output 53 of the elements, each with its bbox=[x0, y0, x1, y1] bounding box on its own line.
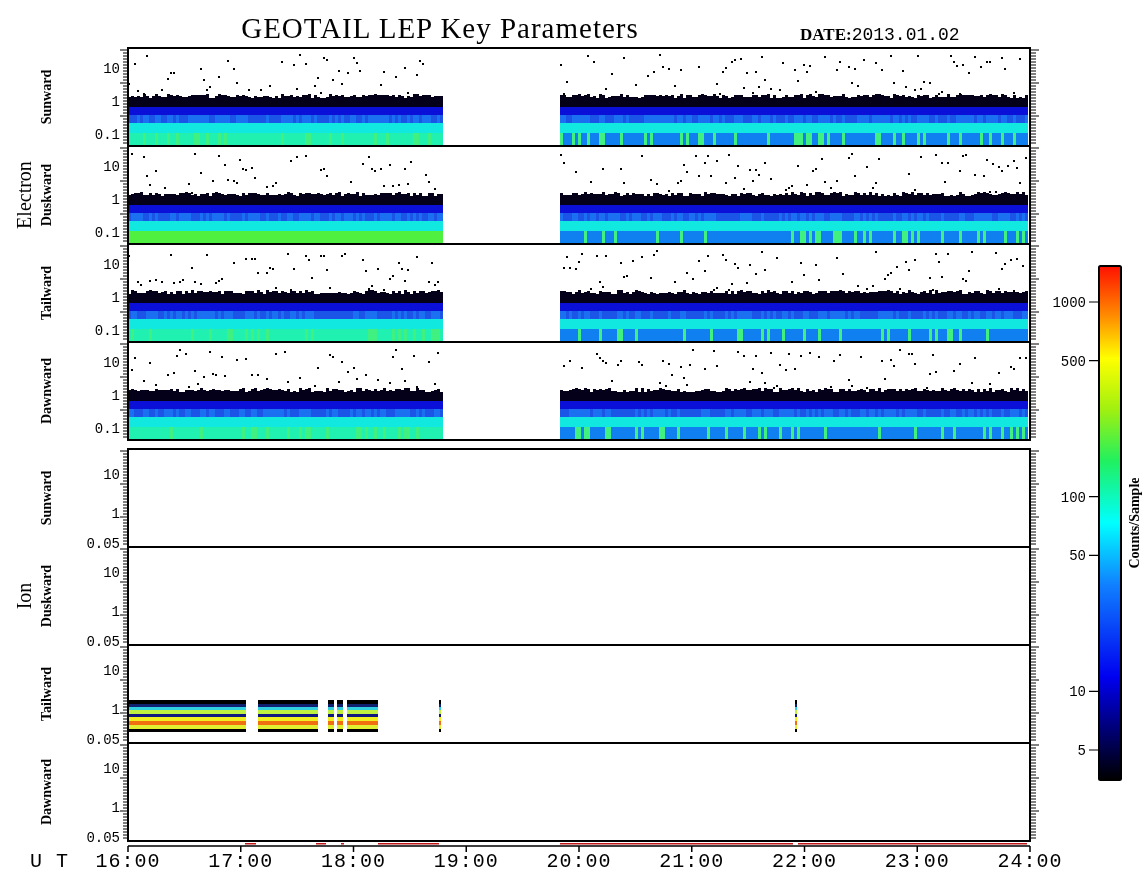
axis-tick-label: 10 bbox=[103, 467, 120, 483]
axis-tick-label: 10 bbox=[103, 565, 120, 581]
axis-tick-label: 21:00 bbox=[659, 850, 725, 873]
axis-tick-label: 10 bbox=[103, 355, 120, 371]
axis-tick-label: 1 bbox=[111, 506, 120, 522]
color-scale-tick-label: 500 bbox=[1060, 353, 1086, 370]
axis-tick-label: 20:00 bbox=[546, 850, 612, 873]
color-scale-tick-label: 100 bbox=[1060, 489, 1086, 506]
axis-tick-label: 23:00 bbox=[884, 850, 950, 873]
date-label: DATE:2013.01.02 bbox=[800, 25, 960, 45]
color-scale-tick-label: 10 bbox=[1069, 684, 1086, 701]
axis-label: U T bbox=[30, 850, 69, 873]
axis-tick-label: 0.05 bbox=[86, 830, 120, 846]
axis-tick-label: 0.1 bbox=[94, 225, 120, 241]
panel-label: Sunward bbox=[39, 470, 54, 526]
axis-tick-label: 0.05 bbox=[86, 732, 120, 748]
axis-tick-label: 22:00 bbox=[772, 850, 837, 873]
panel-label: Dawnward bbox=[39, 758, 54, 826]
axis-tick-label: 0.1 bbox=[94, 421, 120, 437]
axis-tick-label: 19:00 bbox=[433, 850, 499, 873]
axis-tick-label: 1 bbox=[111, 388, 120, 404]
axis-tick-label: 0.1 bbox=[94, 323, 120, 339]
panel-label: Tailward bbox=[39, 667, 54, 721]
axis-tick-label: 10 bbox=[103, 761, 120, 777]
axis-tick-label: 1 bbox=[111, 94, 120, 110]
axis-tick-label: 10 bbox=[103, 61, 120, 77]
axis-tick-label: 1 bbox=[111, 800, 120, 816]
axis-tick-label: 16:00 bbox=[95, 850, 161, 873]
axis-tick-label: 1 bbox=[111, 702, 120, 718]
axis-tick-label: 0.05 bbox=[86, 634, 120, 650]
color-scale-label: Counts/Sample bbox=[1127, 477, 1142, 569]
axis-tick-label: 0.05 bbox=[86, 536, 120, 552]
color-scale-tick-label: 1000 bbox=[1052, 295, 1086, 311]
color-scale-tick-label: 50 bbox=[1069, 548, 1086, 565]
panel-label: Duskward bbox=[39, 163, 54, 227]
panel-label: Dawnward bbox=[39, 357, 54, 425]
axis-tick-label: 1 bbox=[111, 192, 120, 208]
group-label: Ion bbox=[13, 582, 35, 610]
axis-tick-label: 17:00 bbox=[208, 850, 274, 873]
group-label: Electron bbox=[13, 161, 35, 229]
chart-title: GEOTAIL LEP Key Parameters bbox=[241, 12, 639, 44]
panel-label: Sunward bbox=[39, 69, 54, 125]
axis-tick-label: 1 bbox=[111, 290, 120, 306]
axis-tick-label: 24:00 bbox=[997, 850, 1063, 873]
axis-tick-label: 0.1 bbox=[94, 127, 120, 143]
axis-tick-label: 10 bbox=[103, 159, 120, 175]
axis-tick-label: 18:00 bbox=[321, 850, 386, 873]
axis-tick-label: 10 bbox=[103, 663, 120, 679]
panel-label: Tailward bbox=[39, 266, 54, 320]
axis-tick-label: 10 bbox=[103, 257, 120, 273]
color-scale-tick-label: 5 bbox=[1077, 743, 1086, 759]
panel-label: Duskward bbox=[39, 564, 54, 628]
axis-tick-label: 1 bbox=[111, 604, 120, 620]
